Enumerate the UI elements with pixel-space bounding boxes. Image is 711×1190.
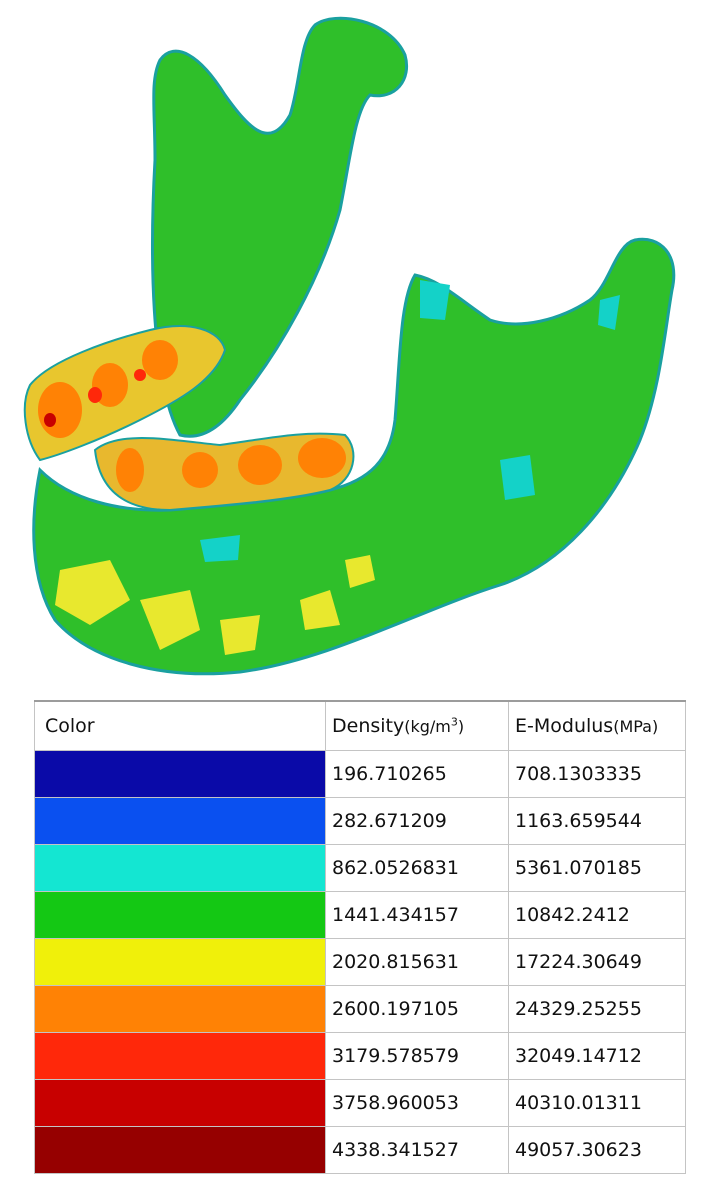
- header-modulus-unit: (MPa): [613, 717, 659, 736]
- header-density-unit: (kg/m3): [404, 715, 465, 736]
- table-row: 2020.815631 17224.30649: [34, 938, 686, 986]
- modulus-cell: 40310.01311: [508, 1079, 686, 1127]
- color-swatch: [35, 1033, 325, 1079]
- modulus-cell: 5361.070185: [508, 844, 686, 892]
- density-cell: 2020.815631: [325, 938, 509, 986]
- color-swatch: [35, 845, 325, 891]
- table-row: 196.710265 708.1303335: [34, 750, 686, 798]
- legend-grid: Color Density(kg/m3) E-Modulus(MPa) 196.…: [34, 700, 686, 1174]
- color-swatch-cell: [34, 938, 326, 986]
- header-density: Density(kg/m3): [325, 700, 509, 751]
- color-swatch: [35, 1127, 325, 1173]
- density-cell: 4338.341527: [325, 1126, 509, 1174]
- table-row: 2600.197105 24329.25255: [34, 985, 686, 1033]
- color-swatch-cell: [34, 797, 326, 845]
- color-swatch-cell: [34, 1032, 326, 1080]
- modulus-cell: 32049.14712: [508, 1032, 686, 1080]
- mandible-model-render: [23, 16, 676, 676]
- color-swatch-cell: [34, 985, 326, 1033]
- density-cell: 862.0526831: [325, 844, 509, 892]
- density-cell: 282.671209: [325, 797, 509, 845]
- color-swatch-cell: [34, 1079, 326, 1127]
- header-modulus: E-Modulus(MPa): [508, 700, 686, 751]
- table-row: 4338.341527 49057.30623: [34, 1126, 686, 1174]
- density-cell: 3179.578579: [325, 1032, 509, 1080]
- header-density-label: Density: [332, 715, 405, 737]
- modulus-cell: 1163.659544: [508, 797, 686, 845]
- density-cell: 1441.434157: [325, 891, 509, 939]
- density-cell: 3758.960053: [325, 1079, 509, 1127]
- table-row: 1441.434157 10842.2412: [34, 891, 686, 939]
- table-row: 3179.578579 32049.14712: [34, 1032, 686, 1080]
- header-color-label: Color: [45, 715, 95, 737]
- color-swatch-cell: [34, 891, 326, 939]
- modulus-cell: 708.1303335: [508, 750, 686, 798]
- header-modulus-label: E-Modulus: [515, 715, 614, 737]
- table-row: 862.0526831 5361.070185: [34, 844, 686, 892]
- table-row: 282.671209 1163.659544: [34, 797, 686, 845]
- color-swatch-cell: [34, 1126, 326, 1174]
- color-swatch: [35, 1080, 325, 1126]
- modulus-cell: 10842.2412: [508, 891, 686, 939]
- modulus-cell: 49057.30623: [508, 1126, 686, 1174]
- color-swatch: [35, 939, 325, 985]
- color-swatch-cell: [34, 844, 326, 892]
- material-legend-table: Color Density(kg/m3) E-Modulus(MPa) 196.…: [34, 700, 686, 1174]
- color-swatch: [35, 798, 325, 844]
- density-cell: 196.710265: [325, 750, 509, 798]
- color-swatch-cell: [34, 750, 326, 798]
- header-color: Color: [34, 700, 326, 751]
- table-row: 3758.960053 40310.01311: [34, 1079, 686, 1127]
- color-swatch: [35, 986, 325, 1032]
- color-swatch: [35, 892, 325, 938]
- legend-body: 196.710265 708.1303335 282.671209 1163.6595…: [34, 750, 686, 1174]
- modulus-cell: 17224.30649: [508, 938, 686, 986]
- table-header-row: Color Density(kg/m3) E-Modulus(MPa): [34, 700, 686, 751]
- color-swatch: [35, 751, 325, 797]
- modulus-cell: 24329.25255: [508, 985, 686, 1033]
- density-cell: 2600.197105: [325, 985, 509, 1033]
